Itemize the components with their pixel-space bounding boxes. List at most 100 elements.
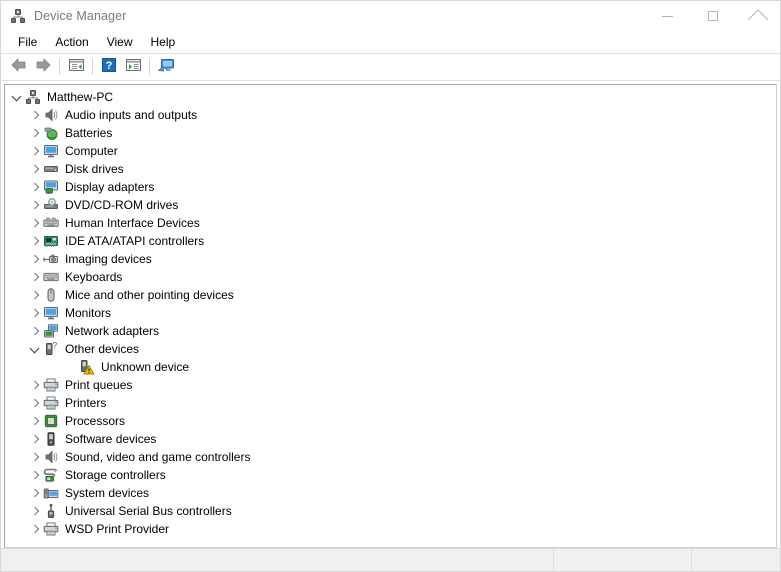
menu-bar: File Action View Help [1,31,780,53]
tree-item-label: Network adapters [65,324,160,338]
disk-drive-icon [43,161,59,177]
chevron-right-icon[interactable] [27,124,43,142]
optical-drive-icon [43,197,59,213]
help-icon: ? [101,57,117,78]
minimize-button[interactable] [645,1,690,31]
tree-item[interactable]: Display adapters [5,178,776,196]
printer-icon [43,395,59,411]
close-icon [752,11,763,22]
tree-item-label: Human Interface Devices [65,216,200,230]
maximize-button[interactable] [690,1,735,31]
tree-item-label: Print queues [65,378,133,392]
device-tree-panel[interactable]: Matthew-PC Audio inputs and outputs Batter… [4,84,777,548]
chevron-right-icon[interactable] [27,286,43,304]
tree-item[interactable]: Computer [5,142,776,160]
tree-item[interactable]: Mice and other pointing devices [5,286,776,304]
svg-text:?: ? [106,60,113,72]
chevron-right-icon[interactable] [27,376,43,394]
tree-item[interactable]: IDE ATA/ATAPI controllers [5,232,776,250]
tree-item[interactable]: Matthew-PC [5,88,776,106]
tree-item[interactable]: Processors [5,412,776,430]
chevron-right-icon[interactable] [27,106,43,124]
scan-for-hardware-changes-button[interactable] [154,56,178,78]
tree-item[interactable]: Disk drives [5,160,776,178]
tree-item[interactable]: WSD Print Provider [5,520,776,538]
toolbar-separator [59,59,60,75]
device-manager-icon [10,8,26,24]
properties-button[interactable] [64,56,88,78]
usb-icon [43,503,59,519]
chevron-right-icon[interactable] [27,178,43,196]
chevron-right-icon[interactable] [27,322,43,340]
chevron-right-icon[interactable] [27,196,43,214]
tree-item[interactable]: Audio inputs and outputs [5,106,776,124]
tree-item-label: Disk drives [65,162,124,176]
device-tree: Matthew-PC Audio inputs and outputs Batter… [5,85,776,538]
chevron-right-icon[interactable] [27,394,43,412]
tree-item[interactable]: Network adapters [5,322,776,340]
show-hide-console-tree-button[interactable] [121,56,145,78]
forward-button[interactable] [31,56,55,78]
imaging-device-icon [43,251,59,267]
tree-item[interactable]: ? Other devices [5,340,776,358]
chevron-right-icon[interactable] [27,250,43,268]
tree-item[interactable]: Printers [5,394,776,412]
tree-item-label: Computer [65,144,118,158]
chevron-right-icon[interactable] [27,304,43,322]
status-pane-main [1,549,554,571]
tree-item-label: Printers [65,396,107,410]
close-button[interactable] [735,1,780,31]
tree-item-label: WSD Print Provider [65,522,170,536]
chevron-down-icon[interactable] [27,340,43,358]
ide-controller-icon [43,233,59,249]
tree-item[interactable]: DVD/CD-ROM drives [5,196,776,214]
tree-item[interactable]: Batteries [5,124,776,142]
speaker-icon [43,107,59,123]
tree-item[interactable]: Unknown device [5,358,776,376]
chevron-right-icon[interactable] [27,412,43,430]
menu-action[interactable]: Action [46,32,97,53]
chevron-right-icon[interactable] [27,268,43,286]
tree-item[interactable]: Imaging devices [5,250,776,268]
chevron-right-icon[interactable] [27,142,43,160]
chevron-right-icon[interactable] [27,502,43,520]
tree-item[interactable]: Storage controllers [5,466,776,484]
tree-item-label: Monitors [65,306,112,320]
speaker-icon [43,449,59,465]
tree-item[interactable]: Print queues [5,376,776,394]
menu-help[interactable]: Help [142,32,185,53]
tree-item-label: Keyboards [65,270,123,284]
mouse-icon [43,287,59,303]
tree-item[interactable]: Keyboards [5,268,776,286]
chevron-right-icon[interactable] [27,160,43,178]
properties-icon [68,57,85,78]
tree-item[interactable]: Monitors [5,304,776,322]
monitor-icon [43,143,59,159]
status-pane-2 [554,549,692,571]
chevron-right-icon[interactable] [27,466,43,484]
monitor-icon [43,305,59,321]
chevron-down-icon[interactable] [9,88,25,106]
chevron-right-icon[interactable] [27,430,43,448]
toolbar-separator [149,59,150,75]
back-button[interactable] [7,56,31,78]
menu-view[interactable]: View [98,32,142,53]
battery-icon [43,125,59,141]
help-button[interactable]: ? [97,56,121,78]
chevron-right-icon[interactable] [27,520,43,538]
tree-item[interactable]: Software devices [5,430,776,448]
chevron-right-icon[interactable] [27,232,43,250]
chevron-right-icon[interactable] [27,448,43,466]
tree-item[interactable]: System devices [5,484,776,502]
chevron-right-icon[interactable] [27,484,43,502]
tree-item-label: Mice and other pointing devices [65,288,234,302]
tree-item-label: Matthew-PC [47,90,114,104]
tree-item[interactable]: Universal Serial Bus controllers [5,502,776,520]
printer-icon [43,377,59,393]
tree-item[interactable]: Human Interface Devices [5,214,776,232]
tree-item[interactable]: Sound, video and game controllers [5,448,776,466]
status-pane-3 [692,549,780,571]
content-area: Matthew-PC Audio inputs and outputs Batter… [1,81,780,548]
menu-file[interactable]: File [9,32,46,53]
chevron-right-icon[interactable] [27,214,43,232]
